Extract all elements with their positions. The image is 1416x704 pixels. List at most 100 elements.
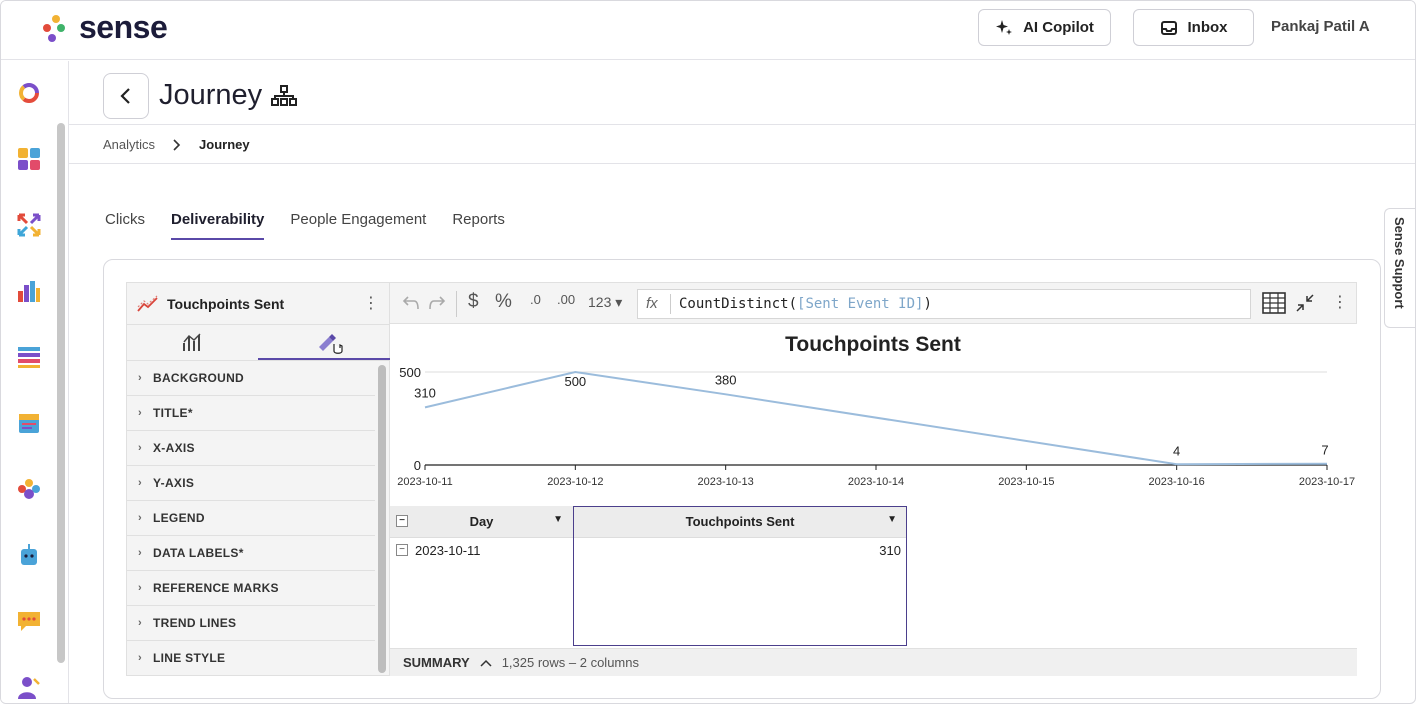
panel-tabs — [127, 325, 390, 361]
redo-icon[interactable] — [428, 295, 446, 311]
data-label: 380 — [715, 372, 737, 387]
sense-support-label: Sense Support — [1392, 217, 1407, 309]
cell-day[interactable]: 2023-10-11 — [415, 543, 481, 558]
tab-people-engagement[interactable]: People Engagement — [290, 211, 426, 240]
collapse-row-icon[interactable]: − — [396, 544, 408, 556]
chart-title: Touchpoints Sent — [785, 333, 961, 356]
section-label: DATA LABELS* — [153, 546, 244, 560]
chevron-right-icon: › — [138, 617, 142, 629]
panel-scrollbar[interactable] — [378, 365, 386, 673]
inbox-label: Inbox — [1187, 19, 1228, 36]
top-bar: sense AI Copilot Inbox Pankaj Patil A — [1, 1, 1415, 60]
ai-copilot-button[interactable]: AI Copilot — [978, 9, 1111, 46]
tab-clicks[interactable]: Clicks — [105, 211, 145, 240]
user-name[interactable]: Pankaj Patil A — [1271, 18, 1370, 35]
more-options-icon[interactable]: ⋮ — [1332, 292, 1348, 312]
currency-button[interactable]: $ — [468, 291, 479, 313]
chevron-right-icon: › — [138, 547, 142, 559]
formula-toolbar: $ % .0 .00 123 ▾ fx CountDistinct([Sent … — [390, 282, 1357, 324]
summary-label[interactable]: SUMMARY — [403, 655, 470, 670]
apps-grid-icon[interactable] — [17, 147, 41, 171]
chevron-up-icon[interactable] — [480, 659, 492, 667]
left-rail — [1, 61, 69, 703]
header-divider — [69, 124, 1415, 125]
chevron-left-icon — [120, 88, 130, 104]
header-filler — [907, 506, 1357, 538]
number-format-dropdown[interactable]: 123 ▾ — [588, 294, 622, 311]
decrease-decimals-button[interactable]: .0 — [530, 292, 541, 307]
chevron-right-icon: › — [138, 442, 142, 454]
formula-reference: [Sent Event ID] — [797, 296, 924, 312]
bar-chart-icon[interactable] — [17, 279, 41, 303]
format-brush-icon[interactable] — [315, 329, 347, 357]
data-label: 4 — [1173, 443, 1180, 458]
cell-touchpoints[interactable]: 310 — [590, 543, 901, 558]
x-tick-label: 2023-10-11 — [397, 476, 452, 488]
y-tick-label: 500 — [399, 365, 421, 380]
chevron-right-icon: › — [138, 512, 142, 524]
section-reference-marks[interactable]: › REFERENCE MARKS — [127, 571, 375, 606]
kebab-menu-icon[interactable]: ⋮ — [363, 293, 379, 313]
analytics-ring-icon[interactable] — [17, 81, 41, 105]
section-y-axis[interactable]: › Y-AXIS — [127, 466, 375, 501]
formula-input[interactable]: fx CountDistinct([Sent Event ID]) — [637, 289, 1251, 319]
tab-reports[interactable]: Reports — [452, 211, 505, 240]
breadcrumb-divider — [69, 163, 1415, 164]
column-header-day[interactable]: − Day ▼ — [390, 506, 573, 538]
x-tick-label: 2023-10-17 — [1299, 476, 1355, 488]
chat-icon[interactable] — [17, 609, 41, 633]
chart-type-icon[interactable] — [182, 331, 204, 353]
people-icon[interactable] — [17, 477, 41, 501]
section-label: TITLE* — [153, 406, 193, 420]
panel-tab-indicator — [258, 358, 390, 360]
section-label: X-AXIS — [153, 441, 195, 455]
undo-icon[interactable] — [402, 295, 420, 311]
calendar-icon[interactable] — [17, 411, 41, 435]
sparkle-icon — [996, 19, 1013, 35]
section-title[interactable]: › TITLE* — [127, 396, 375, 431]
section-trend-lines[interactable]: › TREND LINES — [127, 606, 375, 641]
breadcrumb: Analytics Journey — [103, 137, 250, 152]
y-tick-label: 0 — [414, 458, 421, 473]
data-label: 500 — [564, 374, 586, 389]
breadcrumb-analytics[interactable]: Analytics — [103, 137, 155, 152]
section-label: BACKGROUND — [153, 371, 244, 385]
back-button[interactable] — [103, 73, 149, 119]
summary-text: 1,325 rows – 2 columns — [501, 655, 639, 670]
bot-icon[interactable] — [17, 543, 41, 567]
series-line — [424, 370, 1328, 466]
panel-header: Touchpoints Sent ⋮ — [127, 283, 389, 325]
data-label: 310 — [414, 385, 436, 400]
section-label: LINE STYLE — [153, 651, 226, 665]
collapse-all-icon[interactable]: − — [396, 515, 408, 527]
section-data-labels[interactable]: › DATA LABELS* — [127, 536, 375, 571]
increase-decimals-button[interactable]: .00 — [557, 292, 575, 307]
sort-caret-icon[interactable]: ▼ — [553, 514, 563, 525]
hierarchy-icon[interactable] — [271, 85, 297, 107]
percent-button[interactable]: % — [495, 291, 512, 313]
inbox-button[interactable]: Inbox — [1133, 9, 1254, 46]
x-tick-label: 2023-10-16 — [1149, 476, 1205, 488]
user-assign-icon[interactable] — [17, 675, 41, 699]
table-view-icon[interactable] — [1262, 292, 1286, 314]
section-legend[interactable]: › LEGEND — [127, 501, 375, 536]
data-label: 7 — [1321, 443, 1328, 458]
rail-scrollbar[interactable] — [57, 123, 65, 663]
arrows-exchange-icon[interactable] — [17, 213, 41, 237]
section-line-style[interactable]: › LINE STYLE — [127, 641, 375, 676]
tab-deliverability[interactable]: Deliverability — [171, 211, 265, 240]
logo[interactable]: sense — [43, 9, 168, 46]
collapse-icon[interactable] — [1295, 293, 1315, 313]
section-label: REFERENCE MARKS — [153, 581, 279, 595]
chevron-right-icon: › — [138, 477, 142, 489]
line-chart: Touchpoints Sent 0 500 2023-10-11 2023-10-12… — [397, 333, 1355, 488]
chevron-right-icon: › — [138, 372, 142, 384]
x-tick-label: 2023-10-13 — [698, 476, 754, 488]
section-x-axis[interactable]: › X-AXIS — [127, 431, 375, 466]
number-format-label: 123 — [588, 294, 612, 310]
section-background[interactable]: › BACKGROUND — [127, 361, 375, 396]
list-icon[interactable] — [17, 345, 41, 369]
chart-area: Touchpoints Sent 0 500 2023-10-11 2023-10-12… — [390, 324, 1357, 507]
chevron-right-icon: › — [138, 582, 142, 594]
sense-support-tab[interactable]: Sense Support — [1384, 208, 1415, 328]
